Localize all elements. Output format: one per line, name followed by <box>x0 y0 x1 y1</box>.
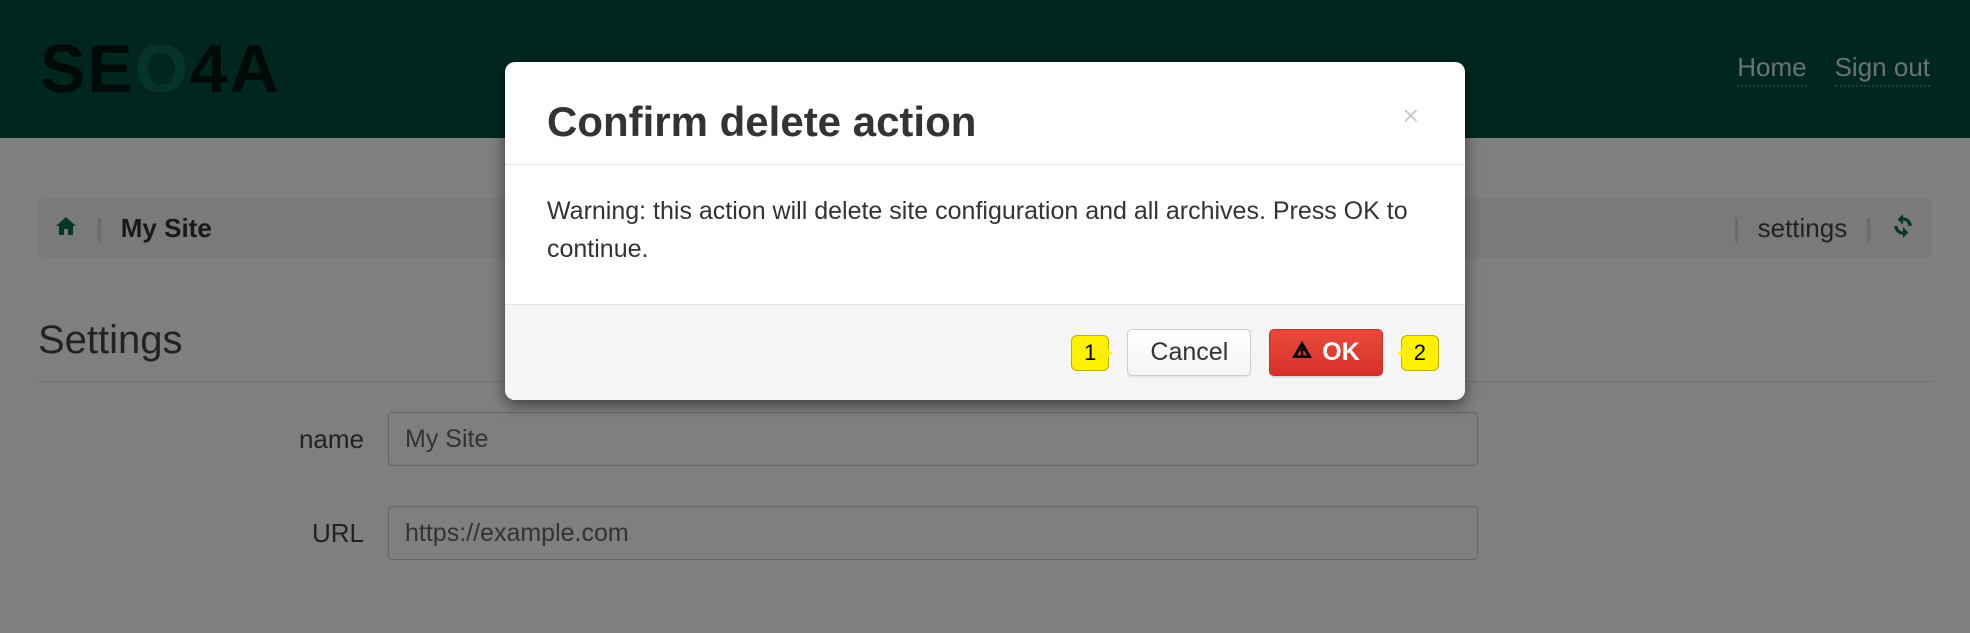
cancel-button-label: Cancel <box>1150 338 1228 367</box>
ok-button-label: OK <box>1322 338 1360 367</box>
modal-body: Warning: this action will delete site co… <box>505 165 1465 304</box>
ok-button[interactable]: OK <box>1269 329 1383 376</box>
cancel-button[interactable]: Cancel <box>1127 329 1251 376</box>
modal-close-button[interactable]: × <box>1399 98 1423 134</box>
confirm-delete-modal: Confirm delete action × Warning: this ac… <box>505 62 1465 400</box>
modal-footer: 1 Cancel OK 2 <box>505 304 1465 400</box>
modal-header: Confirm delete action × <box>505 62 1465 165</box>
annotation-marker-1: 1 <box>1071 335 1109 371</box>
modal-title: Confirm delete action <box>547 98 1399 146</box>
annotation-marker-2: 2 <box>1401 335 1439 371</box>
close-icon: × <box>1403 100 1419 131</box>
warning-icon <box>1292 338 1312 367</box>
